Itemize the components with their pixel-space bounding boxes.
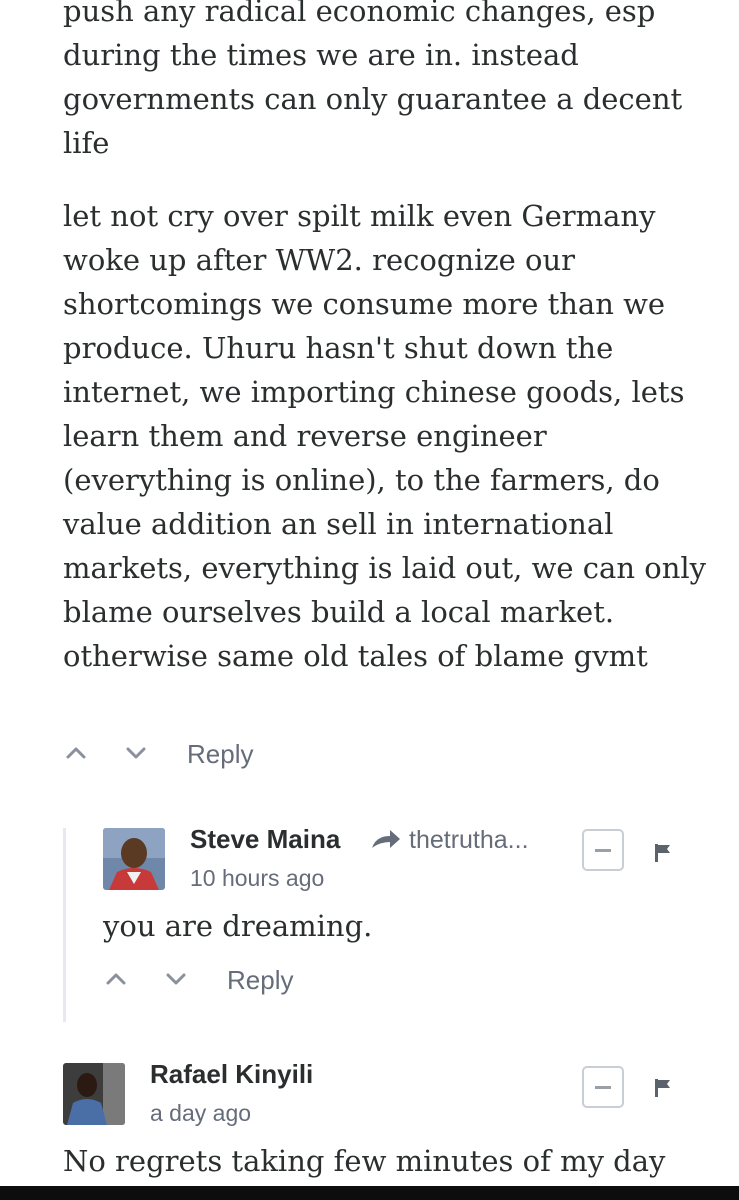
comment-timestamp[interactable]: 10 hours ago [190, 863, 324, 893]
comment-timestamp[interactable]: a day ago [150, 1098, 251, 1128]
screen-bottom-bar [0, 1186, 739, 1200]
comment-actions: Reply [63, 734, 323, 774]
upvote-chevron-up-icon[interactable] [63, 740, 89, 766]
thread-indent-bar [63, 828, 66, 1022]
downvote-chevron-down-icon[interactable] [163, 966, 189, 992]
reply-button[interactable]: Reply [227, 960, 293, 1000]
comment-author[interactable]: Steve Maina [190, 822, 340, 856]
flag-icon[interactable] [652, 1076, 674, 1100]
reply-to-user-link[interactable]: thetrutha... [409, 823, 529, 857]
upvote-chevron-up-icon[interactable] [103, 966, 129, 992]
downvote-chevron-down-icon[interactable] [123, 740, 149, 766]
avatar[interactable] [103, 828, 165, 890]
avatar[interactable] [63, 1063, 125, 1125]
share-arrow-icon [370, 826, 402, 852]
comment-actions: Reply [103, 960, 363, 1000]
comment-text: you are dreaming. [103, 909, 373, 943]
comment-text: No regrets taking few minutes of my day [63, 1144, 666, 1178]
flag-icon[interactable] [652, 841, 674, 865]
comment-text-paragraph: let not cry over spilt milk even Germany… [63, 199, 707, 673]
comment-author[interactable]: Rafael Kinyili [150, 1057, 313, 1091]
comment-text-paragraph: push any radical economic changes, esp d… [63, 0, 683, 160]
collapse-button[interactable] [582, 1066, 624, 1108]
collapse-button[interactable] [582, 829, 624, 871]
reply-button[interactable]: Reply [187, 734, 253, 774]
